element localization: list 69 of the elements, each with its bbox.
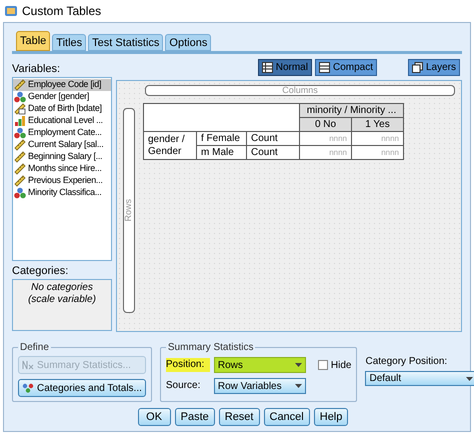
table-cell: nnnn xyxy=(300,132,352,146)
dropdown[interactable]: Rows xyxy=(214,357,306,373)
variable-item[interactable]: Current Salary [sal... xyxy=(13,139,111,151)
ruler-icon xyxy=(14,163,26,175)
dropdown-arrow-icon xyxy=(466,376,474,380)
view-button[interactable]: Compact xyxy=(314,59,377,76)
dialog-button[interactable]: Reset xyxy=(218,408,260,426)
row-header: gender / Gender xyxy=(144,132,196,160)
row-header: f Female xyxy=(196,132,246,146)
circles-icon xyxy=(14,127,26,139)
group-title: Summary Statistics xyxy=(168,342,254,353)
rows-drop-zone: Rows xyxy=(123,108,135,313)
variable-item[interactable]: Employee Code [id] xyxy=(13,79,111,91)
tab[interactable]: Titles xyxy=(52,34,86,51)
row-header: Count xyxy=(246,132,300,146)
row-header: m Male xyxy=(196,146,246,160)
columns-drop-zone: Columns xyxy=(145,85,455,96)
variable-item[interactable]: Employment Cate... xyxy=(13,127,111,139)
variables-label: Variables: xyxy=(12,63,62,76)
checkbox-label: Hide xyxy=(330,358,352,372)
column-header: minority / Minority ... xyxy=(300,104,404,118)
dropdown-arrow-icon xyxy=(294,363,302,367)
dialog-button[interactable]: Help xyxy=(314,408,348,426)
compact-table-icon xyxy=(318,62,330,73)
ruler-icon xyxy=(14,151,26,163)
table-icon xyxy=(262,62,273,73)
ruler-icon xyxy=(14,139,26,151)
dropdown[interactable]: Default xyxy=(365,371,474,386)
table-cell: nnnn xyxy=(352,132,404,146)
dialog-button[interactable]: Paste xyxy=(174,408,215,426)
dropdown-arrow-icon xyxy=(294,384,302,388)
category-position-label: Category Position: xyxy=(365,355,448,369)
bar-chart-icon xyxy=(14,115,26,127)
field-label: Position: xyxy=(166,358,210,372)
variable-item[interactable]: Previous Experien... xyxy=(13,175,111,187)
dialog-button[interactable]: OK xyxy=(138,408,171,426)
variable-item[interactable]: Educational Level ... xyxy=(13,115,111,127)
app-icon xyxy=(4,4,18,18)
group-title: Define xyxy=(20,342,49,353)
variable-item[interactable]: Months since Hire... xyxy=(13,163,111,175)
categories-icon xyxy=(22,383,34,393)
variable-item[interactable]: Minority Classifica... xyxy=(13,187,111,199)
ruler-icon xyxy=(14,79,26,91)
dropdown[interactable]: Row Variables xyxy=(214,378,306,394)
tab[interactable]: Test Statistics xyxy=(88,34,164,51)
tab[interactable]: Table xyxy=(16,31,50,51)
table-cell: nnnn xyxy=(300,146,352,160)
categories-totals-button[interactable]: Categories and Totals... xyxy=(18,379,146,397)
row-header: Count xyxy=(246,146,300,160)
categories-label: Categories: xyxy=(12,265,70,278)
variable-item[interactable]: Gender [gender] xyxy=(13,91,111,103)
dialog-button[interactable]: Cancel xyxy=(264,408,310,426)
variable-item[interactable]: Beginning Salary [... xyxy=(13,151,111,163)
column-header: 1 Yes xyxy=(352,118,404,132)
circles-icon xyxy=(14,187,26,199)
layers-button[interactable]: Layers xyxy=(408,59,460,76)
field-label: Source: xyxy=(166,379,202,393)
checkbox[interactable] xyxy=(318,360,328,370)
layers-icon xyxy=(412,62,423,73)
view-button[interactable]: Normal xyxy=(258,59,312,76)
ruler-icon xyxy=(14,175,26,187)
statistics-icon xyxy=(22,360,34,370)
column-header: 0 No xyxy=(300,118,352,132)
table-cell: nnnn xyxy=(352,146,404,160)
circles-icon xyxy=(14,91,26,103)
variable-item[interactable]: Date of Birth [bdate] xyxy=(13,103,111,115)
categories-box: No categories (scale variable) xyxy=(12,279,112,331)
tab[interactable]: Options xyxy=(165,34,212,51)
window-title: Custom Tables xyxy=(22,3,102,20)
